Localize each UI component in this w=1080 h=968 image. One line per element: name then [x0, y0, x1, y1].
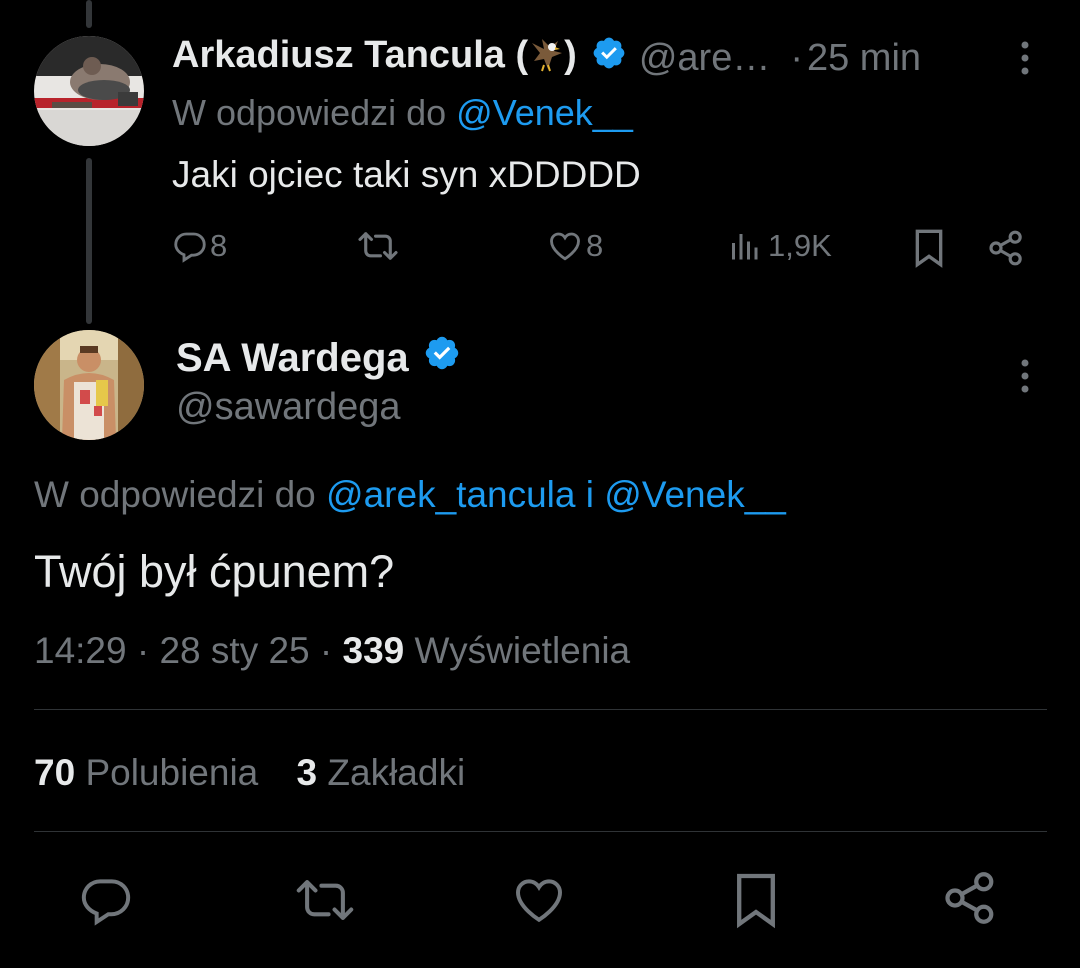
- main-post-header: SA Wardega: [176, 334, 461, 382]
- main-post-text: Twój był ćpunem?: [34, 546, 395, 597]
- repost-button[interactable]: [294, 872, 356, 928]
- post-date[interactable]: 28 sty 25: [159, 630, 309, 671]
- verified-badge-icon: [591, 35, 627, 81]
- reply-icon: [174, 232, 206, 263]
- reply-icon: [81, 879, 131, 926]
- bookmark-button[interactable]: [732, 870, 780, 930]
- reply-context: W odpowiedzi do @Venek__: [172, 92, 633, 133]
- bookmarks-stat[interactable]: 3 Zakładki: [297, 752, 466, 793]
- verified-badge-icon: [423, 334, 461, 382]
- main-reply-context: W odpowiedzi do @arek_tancula i @Venek__: [34, 474, 786, 515]
- repost-icon: [358, 232, 398, 260]
- repost-icon: [296, 880, 354, 920]
- post-timestamp[interactable]: 14:29: [34, 630, 127, 671]
- share-button[interactable]: [940, 868, 1000, 928]
- likes-stat[interactable]: 70 Polubienia: [34, 752, 269, 793]
- divider: [34, 831, 1047, 832]
- separator-dot: ·: [790, 36, 803, 79]
- reply-button[interactable]: 8: [172, 228, 227, 264]
- avatar-arkadiusz[interactable]: [34, 36, 144, 146]
- bookmark-icon: [737, 873, 775, 929]
- share-icon: [989, 230, 1022, 266]
- thread-line: [86, 158, 92, 324]
- reply-post-header: Arkadiusz Tancula () @are… · 25 min: [172, 34, 921, 82]
- mention-venek[interactable]: @Venek__: [456, 92, 633, 133]
- share-icon: [945, 872, 994, 924]
- handle-arkadiusz[interactable]: @are…: [639, 37, 771, 80]
- display-name-sawardega[interactable]: SA Wardega: [176, 336, 409, 381]
- handle-sawardega[interactable]: @sawardega: [176, 386, 400, 429]
- divider: [34, 709, 1047, 710]
- repost-button[interactable]: [356, 228, 402, 264]
- avatar-sawardega[interactable]: [34, 330, 144, 440]
- views-button[interactable]: 1,9K: [726, 228, 832, 264]
- bookmark-button[interactable]: [912, 228, 946, 268]
- heart-icon: [550, 232, 580, 261]
- eagle-emoji-icon: [528, 35, 564, 83]
- heart-icon: [516, 879, 562, 923]
- share-button[interactable]: [986, 228, 1026, 268]
- bookmark-icon: [915, 229, 943, 268]
- mention-venek[interactable]: @Venek__: [604, 474, 786, 515]
- views-count: 339: [342, 630, 405, 671]
- like-button[interactable]: [510, 872, 568, 928]
- views-label: Wyświetlenia: [414, 630, 631, 671]
- reply-button[interactable]: [78, 872, 134, 928]
- engagement-stats: 70 Polubienia 3 Zakładki: [34, 752, 465, 794]
- like-button[interactable]: 8: [546, 228, 603, 264]
- post-metadata: 14:29 · 28 sty 25 · 339 Wyświetlenia: [34, 630, 631, 671]
- mention-arek-tancula[interactable]: @arek_tancula: [326, 474, 575, 515]
- more-options-icon[interactable]: [1016, 40, 1034, 81]
- views-chart-icon: [732, 234, 758, 260]
- more-options-icon[interactable]: [1016, 358, 1034, 399]
- post-time[interactable]: 25 min: [807, 37, 921, 80]
- reply-post-text: Jaki ojciec taki syn xDDDDD: [172, 154, 641, 195]
- display-name-arkadiusz[interactable]: Arkadiusz Tancula (): [172, 34, 577, 83]
- thread-line-top: [86, 0, 92, 28]
